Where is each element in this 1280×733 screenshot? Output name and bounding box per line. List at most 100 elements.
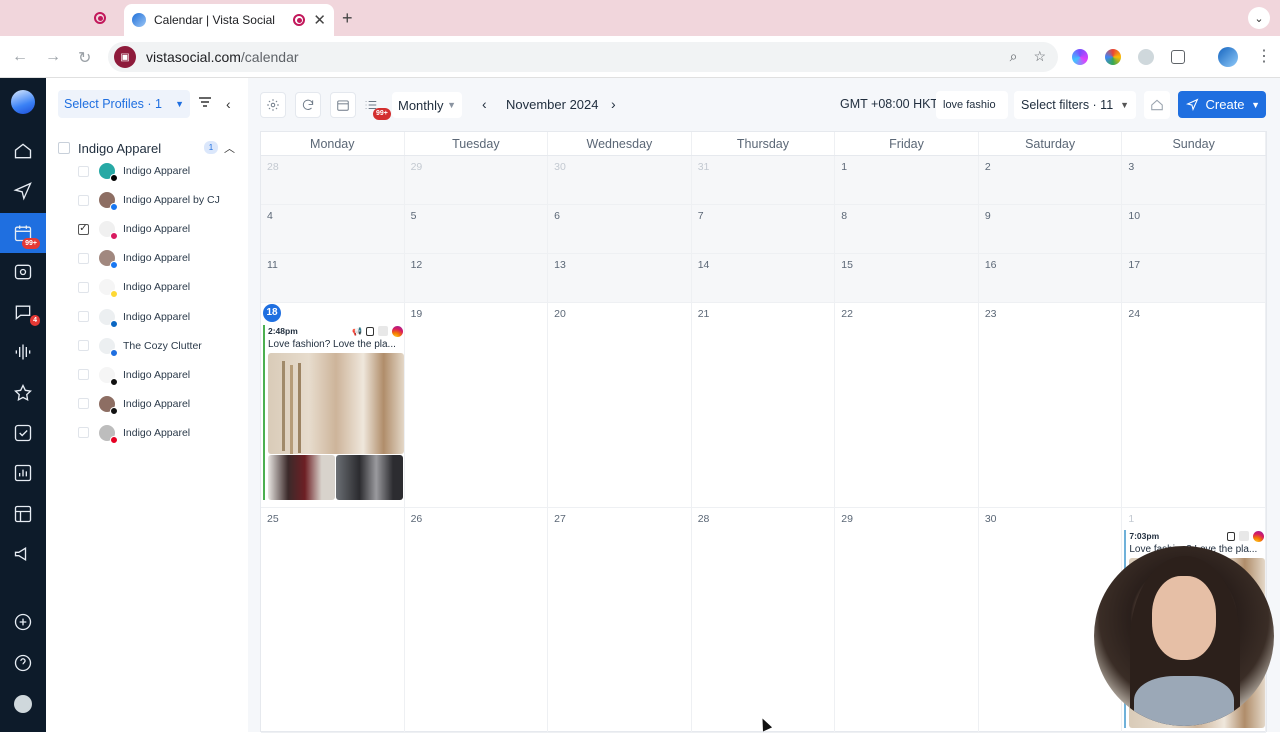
calendar-day[interactable]: 1 — [835, 156, 979, 204]
calendar-day[interactable]: 31 — [691, 156, 836, 204]
close-tab-icon[interactable]: ✕ — [313, 11, 326, 29]
calendar-day[interactable]: 7 — [691, 205, 836, 253]
calendar-day[interactable]: 11 — [261, 254, 405, 302]
previous-month-icon[interactable]: ‹ — [482, 96, 487, 112]
calendar-day[interactable]: 18 2:48pm 📢 Love fashion? Love the pla... — [261, 303, 405, 507]
group-checkbox[interactable] — [58, 142, 70, 154]
extension-icon[interactable] — [1105, 49, 1121, 65]
calendar-day[interactable]: 2 — [978, 156, 1123, 204]
tab-search-button[interactable]: ⌄ — [1248, 7, 1270, 29]
announcements-icon[interactable] — [0, 536, 46, 572]
url-field[interactable]: ▣ vistasocial.com/calendar ⌕ ☆ — [108, 42, 1058, 72]
user-avatar[interactable] — [0, 686, 46, 722]
refresh-button[interactable] — [295, 92, 321, 118]
extension-icon[interactable] — [1138, 49, 1154, 65]
calendar-day[interactable]: 6 — [548, 205, 692, 253]
calendar-day[interactable]: 29 — [404, 156, 549, 204]
calendar-day[interactable]: 30 — [548, 156, 692, 204]
profile-item[interactable]: Indigo Apparel — [78, 364, 190, 386]
calendar-day[interactable]: 17 — [1122, 254, 1266, 302]
calendar-day[interactable]: 28 — [261, 156, 405, 204]
profile-checkbox[interactable] — [78, 369, 89, 381]
profile-checkbox[interactable] — [78, 194, 89, 206]
profile-item[interactable]: Indigo Apparel — [78, 422, 190, 444]
home-icon[interactable] — [0, 133, 46, 169]
profile-checkbox[interactable] — [78, 311, 89, 322]
filter-icon[interactable] — [198, 96, 212, 108]
calendar-day[interactable]: 10 — [1122, 205, 1266, 253]
profile-item[interactable]: ✓ Indigo Apparel — [78, 218, 190, 241]
calendar-day[interactable]: 8 — [835, 205, 979, 253]
calendar-day[interactable]: 24 — [1122, 303, 1266, 507]
profile-checkbox[interactable] — [78, 427, 89, 439]
calendar-day[interactable]: 21 — [692, 303, 836, 507]
search-input[interactable]: love fashio — [936, 91, 1008, 119]
profile-item[interactable]: Indigo Apparel — [78, 306, 190, 328]
calendar-day[interactable]: 5 — [404, 205, 549, 253]
calendar-day[interactable]: 9 — [978, 205, 1123, 253]
vista-social-logo[interactable] — [11, 90, 35, 114]
back-icon[interactable]: ← — [12, 48, 28, 66]
zoom-icon[interactable]: ⌕ — [1010, 48, 1018, 65]
calendar-day[interactable]: 3 — [1122, 156, 1266, 204]
listening-icon[interactable] — [0, 334, 46, 370]
calendar-day[interactable]: 14 — [691, 254, 836, 302]
reports-icon[interactable] — [0, 455, 46, 491]
calendar-day[interactable]: 26 — [405, 508, 549, 732]
profile-checkbox[interactable]: ✓ — [78, 223, 89, 235]
add-icon[interactable] — [0, 604, 46, 640]
create-button[interactable]: Create ▼ — [1178, 91, 1266, 118]
chevron-down-icon[interactable]: ▼ — [1251, 100, 1260, 110]
media-library-icon[interactable] — [0, 254, 46, 290]
calendar-day[interactable]: 29 — [835, 508, 979, 732]
collapse-panel-icon[interactable]: ‹ — [226, 96, 231, 112]
calendar-day[interactable]: 22 — [835, 303, 979, 507]
calendar-view-button[interactable] — [330, 92, 356, 118]
view-select[interactable]: Monthly ▼ — [392, 92, 462, 118]
extension-icon[interactable] — [1072, 49, 1088, 65]
next-month-icon[interactable]: › — [611, 96, 616, 112]
profile-checkbox[interactable] — [78, 281, 89, 293]
extensions-puzzle-icon[interactable] — [1171, 50, 1185, 64]
recording-tab[interactable] — [80, 6, 120, 30]
calendar-day[interactable]: 25 — [261, 508, 405, 732]
reload-icon[interactable]: ↻ — [78, 48, 91, 68]
calendar-day[interactable]: 27 — [548, 508, 692, 732]
drafts-button[interactable] — [1144, 91, 1170, 119]
profile-checkbox[interactable] — [78, 340, 89, 352]
new-tab-button[interactable]: + — [342, 8, 353, 29]
profile-item[interactable]: Indigo Apparel — [78, 160, 190, 182]
calendar-day[interactable]: 15 — [835, 254, 979, 302]
forward-icon[interactable]: → — [45, 48, 61, 66]
calendar-day[interactable]: 19 — [405, 303, 549, 507]
calendar-day[interactable]: 4 — [261, 205, 405, 253]
profile-checkbox[interactable] — [78, 252, 89, 264]
profile-item[interactable]: Indigo Apparel — [78, 276, 190, 299]
scheduled-post[interactable]: 2:48pm 📢 Love fashion? Love the pla... — [263, 325, 404, 500]
site-info-icon[interactable]: ▣ — [114, 46, 136, 68]
publish-icon[interactable] — [0, 173, 46, 209]
profile-item[interactable]: The Cozy Clutter — [78, 335, 202, 357]
profile-checkbox[interactable] — [78, 398, 89, 410]
browser-profile-avatar[interactable] — [1218, 47, 1238, 67]
profile-item[interactable]: Indigo Apparel — [78, 247, 190, 270]
profile-group[interactable]: Indigo Apparel 1 ︿ — [58, 138, 238, 158]
calendar-day[interactable]: 20 — [548, 303, 692, 507]
calendar-day[interactable]: 12 — [404, 254, 549, 302]
select-profiles-dropdown[interactable]: Select Profiles · 1 ▼ — [58, 90, 190, 118]
select-filters-dropdown[interactable]: Select filters · 11 ▼ — [1014, 91, 1136, 119]
tasks-check-icon[interactable] — [0, 415, 46, 451]
workspace-layout-icon[interactable] — [0, 496, 46, 532]
chevron-up-icon[interactable]: ︿ — [224, 140, 235, 156]
settings-button[interactable] — [260, 92, 286, 118]
active-tab[interactable]: Calendar | Vista Social ✕ — [124, 4, 334, 36]
calendar-day[interactable]: 16 — [978, 254, 1123, 302]
profile-checkbox[interactable] — [78, 165, 89, 177]
profile-item[interactable]: Indigo Apparel — [78, 393, 190, 415]
timezone-label[interactable]: GMT +08:00 HKT — [840, 97, 938, 111]
inbox-icon[interactable]: 4 — [0, 294, 46, 330]
reviews-star-icon[interactable] — [0, 375, 46, 411]
help-icon[interactable] — [0, 645, 46, 681]
calendar-day[interactable]: 28 — [692, 508, 836, 732]
calendar-icon[interactable]: 99+ — [0, 213, 46, 253]
